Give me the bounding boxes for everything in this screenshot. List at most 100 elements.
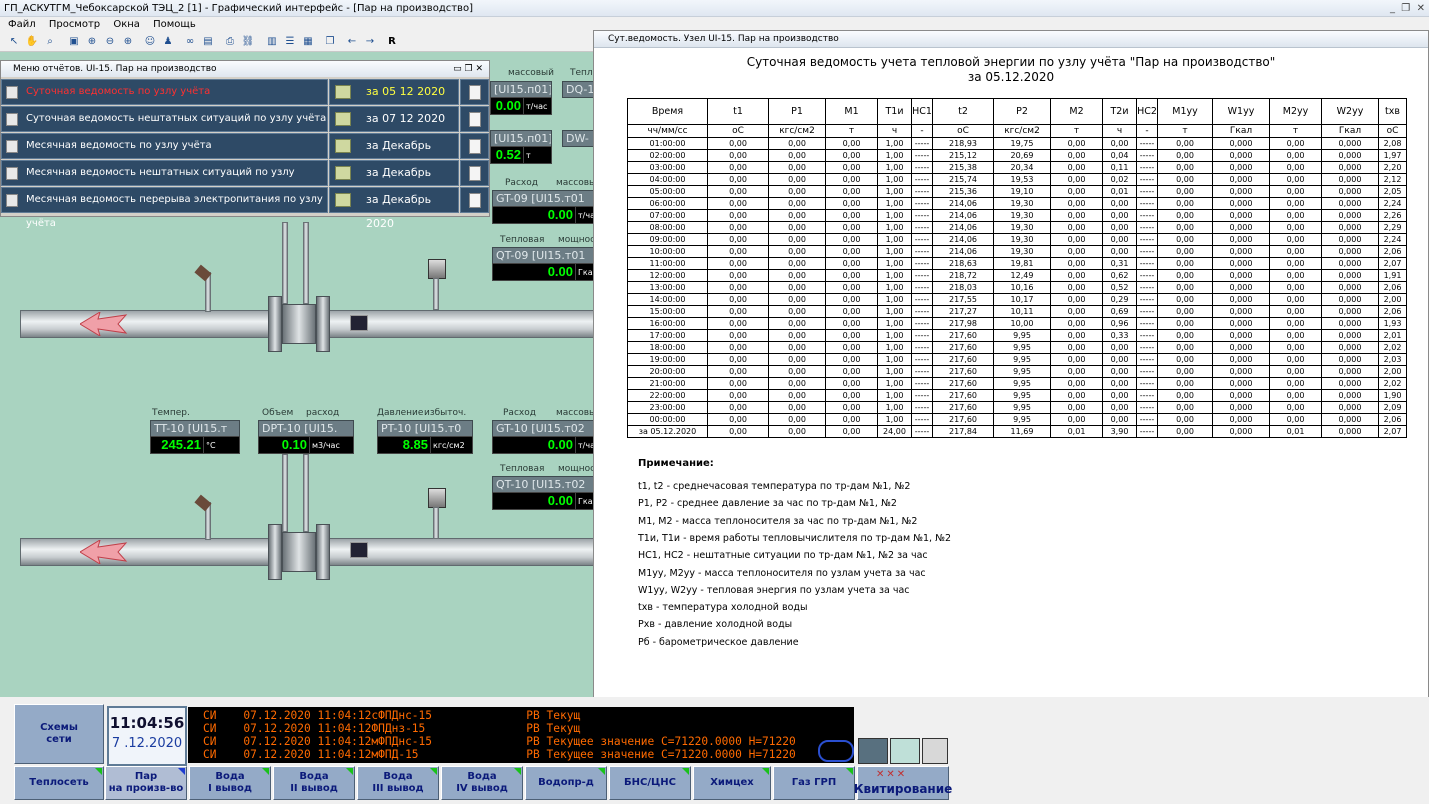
report-item-daily-emergency[interactable]: Суточная ведомость нештатных ситуаций по… bbox=[1, 106, 489, 132]
gt09-tag[interactable]: GT-09 [UI15.т01 bbox=[492, 190, 596, 207]
event-log[interactable]: СИ 07.12.2020 11:04:12сФПДнс-15 РВ Текущ… bbox=[188, 707, 854, 763]
table-cell: 1,00 bbox=[877, 209, 912, 222]
report-item-label[interactable]: Месячная ведомость по узлу учёта bbox=[1, 133, 328, 159]
table-cell: 0,00 bbox=[707, 317, 769, 330]
table-cell: 0,00 bbox=[825, 305, 878, 318]
report-item-monthly-power[interactable]: Месячная ведомость перерыва электропитан… bbox=[1, 187, 489, 230]
menu-windows[interactable]: Окна bbox=[113, 19, 140, 30]
open-report-button[interactable] bbox=[460, 160, 489, 186]
open-report-button[interactable] bbox=[460, 187, 489, 213]
report-item-label[interactable]: Месячная ведомость нештатных ситуаций по… bbox=[1, 160, 328, 202]
nav-gaz-grp[interactable]: Газ ГРП bbox=[773, 766, 855, 800]
zoom-in-icon[interactable]: ⊕ bbox=[120, 34, 136, 49]
nav-teploset[interactable]: Теплосеть bbox=[14, 766, 104, 800]
table-cell: 0,000 bbox=[1212, 173, 1270, 186]
report-item-label[interactable]: Месячная ведомость перерыва электропитан… bbox=[1, 187, 328, 229]
pt10-tag[interactable]: PT-10 [UI15.т0 bbox=[377, 420, 473, 437]
binoculars-icon[interactable]: ∞ bbox=[182, 34, 198, 49]
report-item-monthly-emergency[interactable]: Месячная ведомость нештатных ситуаций по… bbox=[1, 160, 489, 203]
table-cell: 16:00:00 bbox=[627, 317, 708, 330]
table-cell: 0,000 bbox=[1321, 341, 1379, 354]
table-cell: 0,000 bbox=[1212, 365, 1270, 378]
table-cell: ----- bbox=[911, 293, 933, 306]
window-icon[interactable]: ❐ bbox=[322, 34, 338, 49]
layout-3-icon[interactable]: ▦ bbox=[300, 34, 316, 49]
print-icon[interactable]: ⎙ bbox=[222, 34, 238, 49]
document-icon bbox=[469, 193, 481, 208]
table-cell: 0,00 bbox=[825, 149, 878, 162]
table-cell: 0,00 bbox=[768, 329, 826, 342]
label: Тепловая bbox=[500, 235, 545, 245]
r-button[interactable]: R bbox=[384, 34, 400, 49]
report-item-monthly[interactable]: Месячная ведомость по узлу учёта за Дека… bbox=[1, 133, 489, 176]
table-cell: 0,29 bbox=[1102, 293, 1137, 306]
gt10-tag[interactable]: GT-10 [UI15.т02 bbox=[492, 420, 596, 437]
nav-voda-4[interactable]: Вода IV вывод bbox=[441, 766, 523, 800]
user-icon[interactable]: ♟ bbox=[160, 34, 176, 49]
menu-view[interactable]: Просмотр bbox=[49, 19, 100, 30]
window-controls[interactable]: ▭ ❐ ✕ bbox=[453, 61, 483, 77]
nav-voda-3[interactable]: Вода III вывод bbox=[357, 766, 439, 800]
table-cell: 217,60 bbox=[932, 389, 994, 402]
report-date-picker[interactable]: за 07 12 2020 bbox=[329, 106, 459, 132]
report-date-picker[interactable]: за 05 12 2020 bbox=[329, 79, 459, 105]
nav-himceh[interactable]: Химцех bbox=[693, 766, 771, 800]
hand-icon[interactable]: ✋ bbox=[24, 34, 40, 49]
zoom-out-icon[interactable]: ⊖ bbox=[102, 34, 118, 49]
app-title-bar: ГП_АСКУТГМ_Чебоксарской ТЭЦ_2 [1] - Граф… bbox=[0, 0, 1429, 17]
report-item-label[interactable]: Суточная ведомость нештатных ситуаций по… bbox=[1, 106, 328, 132]
tag-label[interactable]: DW- bbox=[562, 130, 596, 147]
tt10-tag[interactable]: TT-10 [UI15.т bbox=[150, 420, 240, 437]
menu-help[interactable]: Помощь bbox=[153, 19, 196, 30]
report-item-label[interactable]: Суточная ведомость по узлу учёта bbox=[1, 79, 328, 105]
open-report-button[interactable] bbox=[460, 133, 489, 159]
layout-1-icon[interactable]: ▥ bbox=[264, 34, 280, 49]
report-icon[interactable]: ▤ bbox=[200, 34, 216, 49]
trend-icon[interactable] bbox=[350, 315, 368, 331]
table-cell: 05:00:00 bbox=[627, 185, 708, 198]
open-report-button[interactable] bbox=[460, 106, 489, 132]
table-cell: 0,000 bbox=[1212, 317, 1270, 330]
table-cell: 217,84 bbox=[932, 425, 994, 438]
operator-icon[interactable] bbox=[890, 738, 920, 764]
open-report-button[interactable] bbox=[460, 79, 489, 105]
qt09-tag[interactable]: QT-09 [UI15.т01 bbox=[492, 247, 596, 264]
table-cell: 04:00:00 bbox=[627, 173, 708, 186]
report-date-picker[interactable]: за Декабрь 2020 bbox=[329, 133, 459, 176]
nav-voda-1[interactable]: Вода I вывод bbox=[189, 766, 271, 800]
table-cell: 2,09 bbox=[1378, 401, 1407, 414]
report-date-picker[interactable]: за Декабрь 2020 bbox=[329, 187, 459, 230]
tag-label[interactable]: [UI15.п01] bbox=[490, 81, 552, 98]
fit-icon[interactable]: ▣ bbox=[66, 34, 82, 49]
chart-icon[interactable] bbox=[922, 738, 948, 764]
table-cell: ----- bbox=[911, 269, 933, 282]
zoom-area-icon[interactable]: ⊕ bbox=[84, 34, 100, 49]
window-controls[interactable]: _ ❐ ✕ bbox=[1390, 0, 1425, 17]
nav-vodoprovod[interactable]: Водопр-д bbox=[525, 766, 607, 800]
nav-bns[interactable]: БНС/ЦНС bbox=[609, 766, 691, 800]
table-cell: 0,02 bbox=[1102, 173, 1137, 186]
trend-icon[interactable] bbox=[350, 542, 368, 558]
pointer-icon[interactable]: ↖ bbox=[6, 34, 22, 49]
forward-icon[interactable]: → bbox=[362, 34, 378, 49]
menu-file[interactable]: Файл bbox=[8, 19, 36, 30]
back-icon[interactable]: ← bbox=[344, 34, 360, 49]
table-cell: 10:00:00 bbox=[627, 245, 708, 258]
schemes-button[interactable]: Схемы сети bbox=[14, 704, 104, 764]
tag-label[interactable]: [UI15.п01] bbox=[490, 130, 552, 147]
zoom-icon[interactable]: ⌕ bbox=[42, 34, 58, 49]
server-icon[interactable] bbox=[858, 738, 888, 764]
users-icon[interactable]: ☺ bbox=[142, 34, 158, 49]
qt10-tag[interactable]: QT-10 [UI15.т02 bbox=[492, 476, 596, 493]
layout-2-icon[interactable]: ☰ bbox=[282, 34, 298, 49]
report-item-daily[interactable]: Суточная ведомость по узлу учёта за 05 1… bbox=[1, 79, 489, 105]
tag-label[interactable]: DQ-1 bbox=[562, 81, 596, 98]
nav-par[interactable]: Пар на произв-во bbox=[105, 766, 187, 800]
dpt10-tag[interactable]: DPT-10 [UI15. bbox=[258, 420, 354, 437]
nav-label: Химцех bbox=[710, 777, 754, 788]
nav-voda-2[interactable]: Вода II вывод bbox=[273, 766, 355, 800]
link-icon[interactable]: ⛓ bbox=[240, 34, 256, 49]
acknowledge-button[interactable]: ✕✕✕ Квитирование bbox=[854, 766, 952, 800]
flange bbox=[316, 524, 330, 580]
report-date-picker[interactable]: за Декабрь 2020 bbox=[329, 160, 459, 203]
